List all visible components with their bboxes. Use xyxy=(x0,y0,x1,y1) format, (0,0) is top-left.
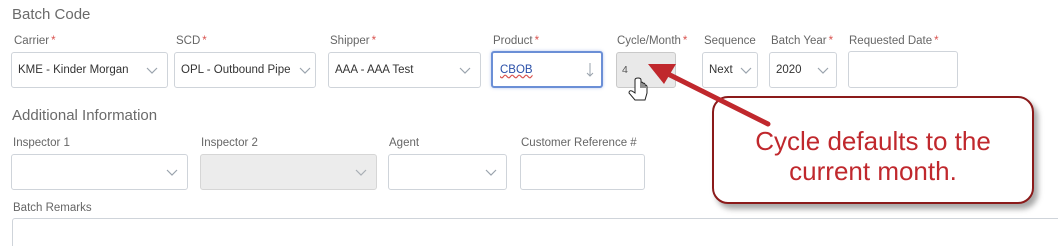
inspector1-label: Inspector 1 xyxy=(13,137,70,149)
inspector1-select[interactable] xyxy=(11,154,188,190)
chevron-down-icon xyxy=(740,67,752,74)
chevron-down-icon xyxy=(817,67,829,74)
chevron-down-icon xyxy=(355,169,367,176)
cycle-month-input[interactable]: 4 xyxy=(616,52,676,88)
agent-label: Agent xyxy=(389,137,420,149)
inspector2-select[interactable] xyxy=(200,154,377,190)
carrier-label: Carrier * xyxy=(14,35,56,47)
carrier-select[interactable]: KME - Kinder Morgan xyxy=(11,52,168,88)
shipper-select[interactable]: AAA - AAA Test xyxy=(328,52,481,88)
chevron-down-icon xyxy=(146,67,158,74)
callout-line-1: Cycle defaults to the xyxy=(755,126,991,156)
chevron-down-icon xyxy=(459,67,471,74)
sequence-value: Next xyxy=(709,64,733,76)
customer-reference-input[interactable] xyxy=(520,154,645,190)
requested-date-label: Requested Date * xyxy=(849,35,939,47)
cycle-month-label: Cycle/Month * xyxy=(617,35,688,47)
shipper-label: Shipper * xyxy=(330,35,377,47)
product-input[interactable]: CBOB xyxy=(491,51,603,88)
callout-line-2: current month. xyxy=(789,156,957,186)
chevron-down-icon xyxy=(166,169,178,176)
product-value: CBOB xyxy=(500,64,533,76)
cycle-month-value: 4 xyxy=(622,64,628,76)
scd-value: OPL - Outbound Pipe xyxy=(181,64,291,76)
batch-code-heading: Batch Code xyxy=(12,6,91,23)
product-label: Product * xyxy=(493,35,540,47)
sequence-label: Sequence xyxy=(704,35,756,47)
scd-select[interactable]: OPL - Outbound Pipe xyxy=(174,52,316,88)
batch-remarks-label: Batch Remarks xyxy=(13,202,92,214)
batch-year-select[interactable]: 2020 xyxy=(769,52,837,88)
agent-select[interactable] xyxy=(388,154,507,190)
chevron-down-icon xyxy=(299,67,311,74)
arrow-down-icon xyxy=(586,63,594,77)
customer-reference-label: Customer Reference # xyxy=(521,137,637,149)
requested-date-input[interactable] xyxy=(848,51,958,88)
annotation-callout: Cycle defaults to the current month. xyxy=(712,96,1034,204)
additional-info-heading: Additional Information xyxy=(12,107,158,124)
sequence-select[interactable]: Next xyxy=(702,52,758,88)
chevron-down-icon xyxy=(485,169,497,176)
batch-remarks-textarea[interactable] xyxy=(12,218,1058,246)
batch-year-value: 2020 xyxy=(776,64,802,76)
shipper-value: AAA - AAA Test xyxy=(335,64,414,76)
batch-year-label: Batch Year * xyxy=(771,35,834,47)
carrier-value: KME - Kinder Morgan xyxy=(18,64,129,76)
inspector2-label: Inspector 2 xyxy=(201,137,258,149)
scd-label: SCD * xyxy=(176,35,207,47)
